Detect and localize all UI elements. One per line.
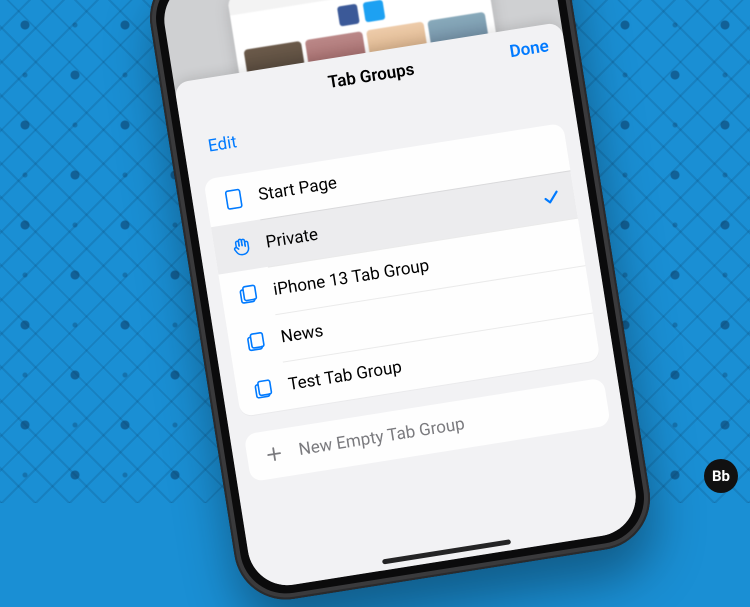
sheet-title: Tab Groups xyxy=(327,60,416,93)
twitter-icon xyxy=(363,0,386,22)
tab-icon xyxy=(219,187,248,211)
tabs-icon xyxy=(242,330,271,354)
done-button[interactable]: Done xyxy=(508,36,550,62)
hand-icon xyxy=(227,235,256,259)
iphone-screen: Tab Groups Done Edit Start Page xyxy=(159,0,642,591)
home-indicator[interactable] xyxy=(382,539,511,564)
tabs-icon xyxy=(249,377,278,401)
watermark-badge: Bb xyxy=(704,459,738,493)
edit-button[interactable]: Edit xyxy=(207,132,239,156)
iphone-device-frame: Tab Groups Done Edit Start Page xyxy=(143,0,658,607)
plus-icon xyxy=(260,443,288,465)
tabs-icon xyxy=(234,282,263,306)
tab-groups-sheet: Tab Groups Done Edit Start Page xyxy=(174,22,642,591)
tab-groups-list: Start Page Private xyxy=(203,123,600,417)
checkmark-icon xyxy=(541,187,562,208)
facebook-icon xyxy=(337,4,360,27)
new-group-label: New Empty Tab Group xyxy=(297,414,466,460)
